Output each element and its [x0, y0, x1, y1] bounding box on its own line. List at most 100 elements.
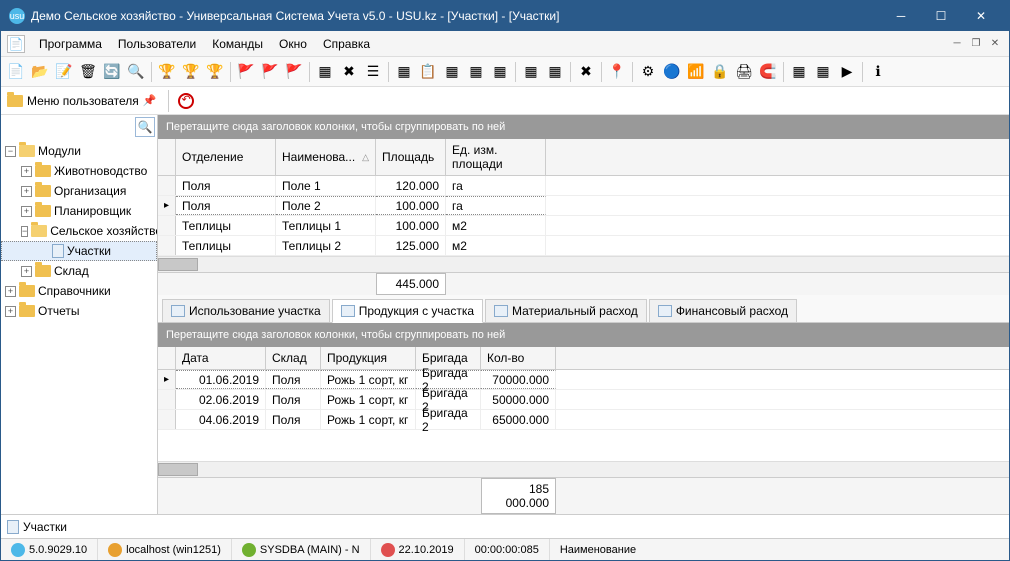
menu-Окно[interactable]: Окно: [271, 34, 315, 54]
toolbar-button[interactable]: 🧲: [757, 61, 779, 83]
col-header[interactable]: Площадь: [376, 139, 446, 175]
col-header[interactable]: Наименова...△: [276, 139, 376, 175]
toolbar-button[interactable]: 🚩: [235, 61, 257, 83]
close-button[interactable]: ✕: [961, 1, 1001, 31]
toolbar-button[interactable]: 🔒: [709, 61, 731, 83]
tab[interactable]: Материальный расход: [485, 299, 647, 322]
grid-plots[interactable]: ОтделениеНаименова...△ПлощадьЕд. изм. пл…: [158, 139, 1009, 256]
toolbar-button[interactable]: ▦: [314, 61, 336, 83]
toolbar-button[interactable]: ▦: [520, 61, 542, 83]
col-header[interactable]: Дата: [176, 347, 266, 369]
mdi-restore-icon[interactable]: ❐: [968, 36, 984, 52]
menu-Программа[interactable]: Программа: [31, 34, 110, 54]
expander-icon[interactable]: +: [5, 286, 16, 297]
toolbar-button[interactable]: 🖨: [733, 61, 755, 83]
expander-icon[interactable]: +: [21, 166, 32, 177]
expander-icon[interactable]: −: [5, 146, 16, 157]
pin-icon[interactable]: 📌: [143, 94, 157, 107]
toolbar-button[interactable]: 🚩: [259, 61, 281, 83]
table-row[interactable]: ТеплицыТеплицы 1100.000м2: [158, 216, 1009, 236]
table-row[interactable]: 02.06.2019ПоляРожь 1 сорт, кгБригада 250…: [158, 390, 1009, 410]
col-header[interactable]: Склад: [266, 347, 321, 369]
menu-Команды[interactable]: Команды: [204, 34, 271, 54]
expander-icon[interactable]: +: [21, 206, 32, 217]
nav-tree[interactable]: −Модули+Животноводство+Организация+Плани…: [1, 139, 157, 514]
toolbar-button[interactable]: 📝: [53, 61, 75, 83]
toolbar-button[interactable]: 🔍: [125, 61, 147, 83]
tab[interactable]: Финансовый расход: [649, 299, 797, 322]
scrollbar-h-2[interactable]: [158, 461, 1009, 477]
tab[interactable]: Продукция с участка: [332, 299, 483, 323]
table-row[interactable]: ТеплицыТеплицы 2125.000м2: [158, 236, 1009, 256]
cell: Теплицы: [176, 236, 276, 255]
toolbar-button[interactable]: 📂: [29, 61, 51, 83]
cell: Поля: [266, 410, 321, 429]
toolbar-button[interactable]: ▦: [489, 61, 511, 83]
toolbar-button[interactable]: ▦: [441, 61, 463, 83]
expander-icon[interactable]: +: [21, 266, 32, 277]
toolbar-button[interactable]: ▶: [836, 61, 858, 83]
toolbar-button[interactable]: ⚙: [637, 61, 659, 83]
toolbar-button[interactable]: ℹ: [867, 61, 889, 83]
toolbar-button[interactable]: ✖: [575, 61, 597, 83]
bottom-doc-tab[interactable]: Участки: [1, 514, 1009, 538]
menu-Справка[interactable]: Справка: [315, 34, 378, 54]
toolbar-button[interactable]: 🏆: [180, 61, 202, 83]
mdi-minimize-icon[interactable]: ─: [949, 36, 965, 52]
col-header[interactable]: Ед. изм. площади: [446, 139, 546, 175]
undo-button[interactable]: [175, 90, 197, 112]
group-bar-2[interactable]: Перетащите сюда заголовок колонки, чтобы…: [158, 323, 1009, 347]
toolbar-button[interactable]: ▦: [788, 61, 810, 83]
search-button[interactable]: 🔍: [135, 117, 155, 137]
tree-node[interactable]: +Склад: [1, 261, 157, 281]
toolbar-button[interactable]: ▦: [544, 61, 566, 83]
toolbar-button[interactable]: 📍: [606, 61, 628, 83]
toolbar-button[interactable]: 📄: [5, 61, 27, 83]
table-row[interactable]: ПоляПоле 1120.000га: [158, 176, 1009, 196]
group-bar-1[interactable]: Перетащите сюда заголовок колонки, чтобы…: [158, 115, 1009, 139]
grid-footer-2: 185 000.000: [158, 477, 1009, 514]
tree-node[interactable]: +Планировщик: [1, 201, 157, 221]
tab[interactable]: Использование участка: [162, 299, 330, 322]
expander-icon[interactable]: +: [5, 306, 16, 317]
tree-node[interactable]: +Отчеты: [1, 301, 157, 321]
col-header[interactable]: Отделение: [176, 139, 276, 175]
toolbar-button[interactable]: 🚩: [283, 61, 305, 83]
tree-label: Сельское хозяйство: [50, 224, 157, 238]
expander-icon[interactable]: −: [21, 226, 28, 237]
tree-node[interactable]: −Модули: [1, 141, 157, 161]
maximize-button[interactable]: ☐: [921, 1, 961, 31]
toolbar-button[interactable]: 🏆: [204, 61, 226, 83]
folder-icon: [19, 305, 35, 317]
menu-Пользователи[interactable]: Пользователи: [110, 34, 204, 54]
toolbar-button[interactable]: ☰: [362, 61, 384, 83]
tree-node[interactable]: +Справочники: [1, 281, 157, 301]
minimize-button[interactable]: ─: [881, 1, 921, 31]
table-row[interactable]: ▸01.06.2019ПоляРожь 1 сорт, кгБригада 27…: [158, 370, 1009, 390]
toolbar-button[interactable]: ▦: [465, 61, 487, 83]
mdi-close-icon[interactable]: ✕: [987, 36, 1003, 52]
toolbar-button[interactable]: 📋: [417, 61, 439, 83]
col-header[interactable]: Кол-во: [481, 347, 556, 369]
col-header[interactable]: Продукция: [321, 347, 416, 369]
toolbar-button[interactable]: 🗑: [77, 61, 99, 83]
tree-node[interactable]: +Организация: [1, 181, 157, 201]
scrollbar-h-1[interactable]: [158, 256, 1009, 272]
toolbar-button[interactable]: 🏆: [156, 61, 178, 83]
grid-products[interactable]: ДатаСкладПродукцияБригадаКол-во▸01.06.20…: [158, 347, 1009, 430]
cell: Поля: [176, 196, 276, 215]
toolbar-button[interactable]: 🔄: [101, 61, 123, 83]
tree-node[interactable]: +Животноводство: [1, 161, 157, 181]
main-area: Перетащите сюда заголовок колонки, чтобы…: [158, 115, 1009, 514]
table-row[interactable]: 04.06.2019ПоляРожь 1 сорт, кгБригада 265…: [158, 410, 1009, 430]
tree-node[interactable]: Участки: [1, 241, 157, 261]
tree-node[interactable]: − Сельское хозяйство: [1, 221, 157, 241]
expander-icon[interactable]: +: [21, 186, 32, 197]
user-menu-button[interactable]: Меню пользователя 📌: [1, 94, 162, 108]
toolbar-button[interactable]: ✖: [338, 61, 360, 83]
toolbar-button[interactable]: 📶: [685, 61, 707, 83]
toolbar-button[interactable]: 🔵: [661, 61, 683, 83]
toolbar-button[interactable]: ▦: [393, 61, 415, 83]
table-row[interactable]: ▸ПоляПоле 2100.000га: [158, 196, 1009, 216]
toolbar-button[interactable]: ▦: [812, 61, 834, 83]
